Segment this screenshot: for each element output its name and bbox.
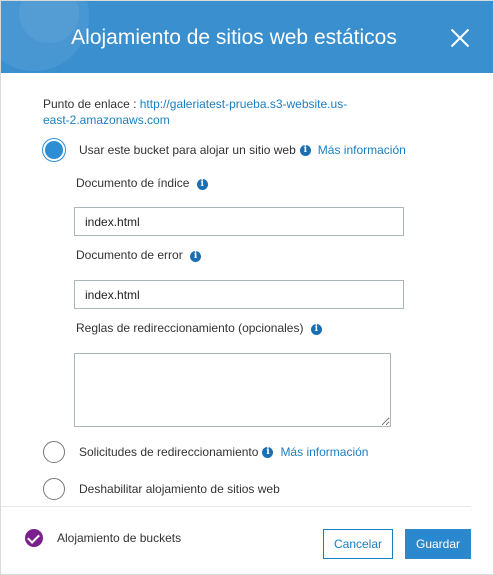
error-document-label-row: Documento de error i	[76, 248, 202, 262]
dialog-title: Alojamiento de sitios web estáticos	[71, 26, 397, 49]
disable-hosting-radio[interactable]	[43, 478, 65, 500]
hosting-status-label: Alojamiento de buckets	[57, 531, 182, 545]
index-document-label: Documento de índice	[76, 176, 190, 190]
index-document-label-row: Documento de índice i	[76, 176, 208, 190]
static-website-hosting-dialog: Alojamiento de sitios web estáticos Punt…	[0, 0, 494, 575]
option-redirect-requests[interactable]: Solicitudes de redireccionamiento i Más …	[43, 441, 368, 463]
redirect-rules-label: Reglas de redireccionamiento (opcionales…	[76, 321, 304, 335]
info-icon[interactable]: i	[299, 144, 311, 156]
use-bucket-more-info-link[interactable]: Más información	[318, 143, 406, 157]
endpoint-text: Punto de enlace : http://galeriatest-pru…	[43, 96, 373, 128]
close-icon[interactable]	[450, 28, 470, 48]
option-disable-hosting[interactable]: Deshabilitar alojamiento de sitios web	[43, 478, 280, 500]
dialog-header: Alojamiento de sitios web estáticos	[1, 1, 493, 73]
cancel-button[interactable]: Cancelar	[323, 529, 393, 559]
error-document-input[interactable]	[74, 280, 404, 309]
redirect-requests-label: Solicitudes de redireccionamiento	[79, 445, 259, 459]
redirect-requests-more-info-link[interactable]: Más información	[280, 445, 368, 459]
check-circle-icon	[25, 529, 43, 547]
redirect-requests-radio[interactable]	[43, 441, 65, 463]
index-document-input[interactable]	[74, 207, 404, 236]
redirect-rules-label-row: Reglas de redireccionamiento (opcionales…	[76, 321, 322, 335]
option-use-bucket[interactable]: Usar este bucket para alojar un sitio we…	[43, 139, 406, 161]
info-icon[interactable]: i	[190, 251, 202, 262]
info-icon[interactable]: i	[262, 446, 274, 458]
redirect-rules-textarea[interactable]	[74, 353, 391, 427]
save-button[interactable]: Guardar	[405, 529, 471, 559]
use-bucket-radio[interactable]	[43, 139, 65, 161]
footer-divider	[1, 506, 471, 507]
info-icon[interactable]: i	[310, 324, 322, 335]
endpoint-label: Punto de enlace :	[43, 97, 140, 111]
hosting-status: Alojamiento de buckets	[25, 529, 181, 547]
use-bucket-label: Usar este bucket para alojar un sitio we…	[79, 143, 296, 157]
error-document-label: Documento de error	[76, 248, 183, 262]
info-icon[interactable]: i	[196, 179, 208, 190]
disable-hosting-label: Deshabilitar alojamiento de sitios web	[79, 482, 280, 496]
